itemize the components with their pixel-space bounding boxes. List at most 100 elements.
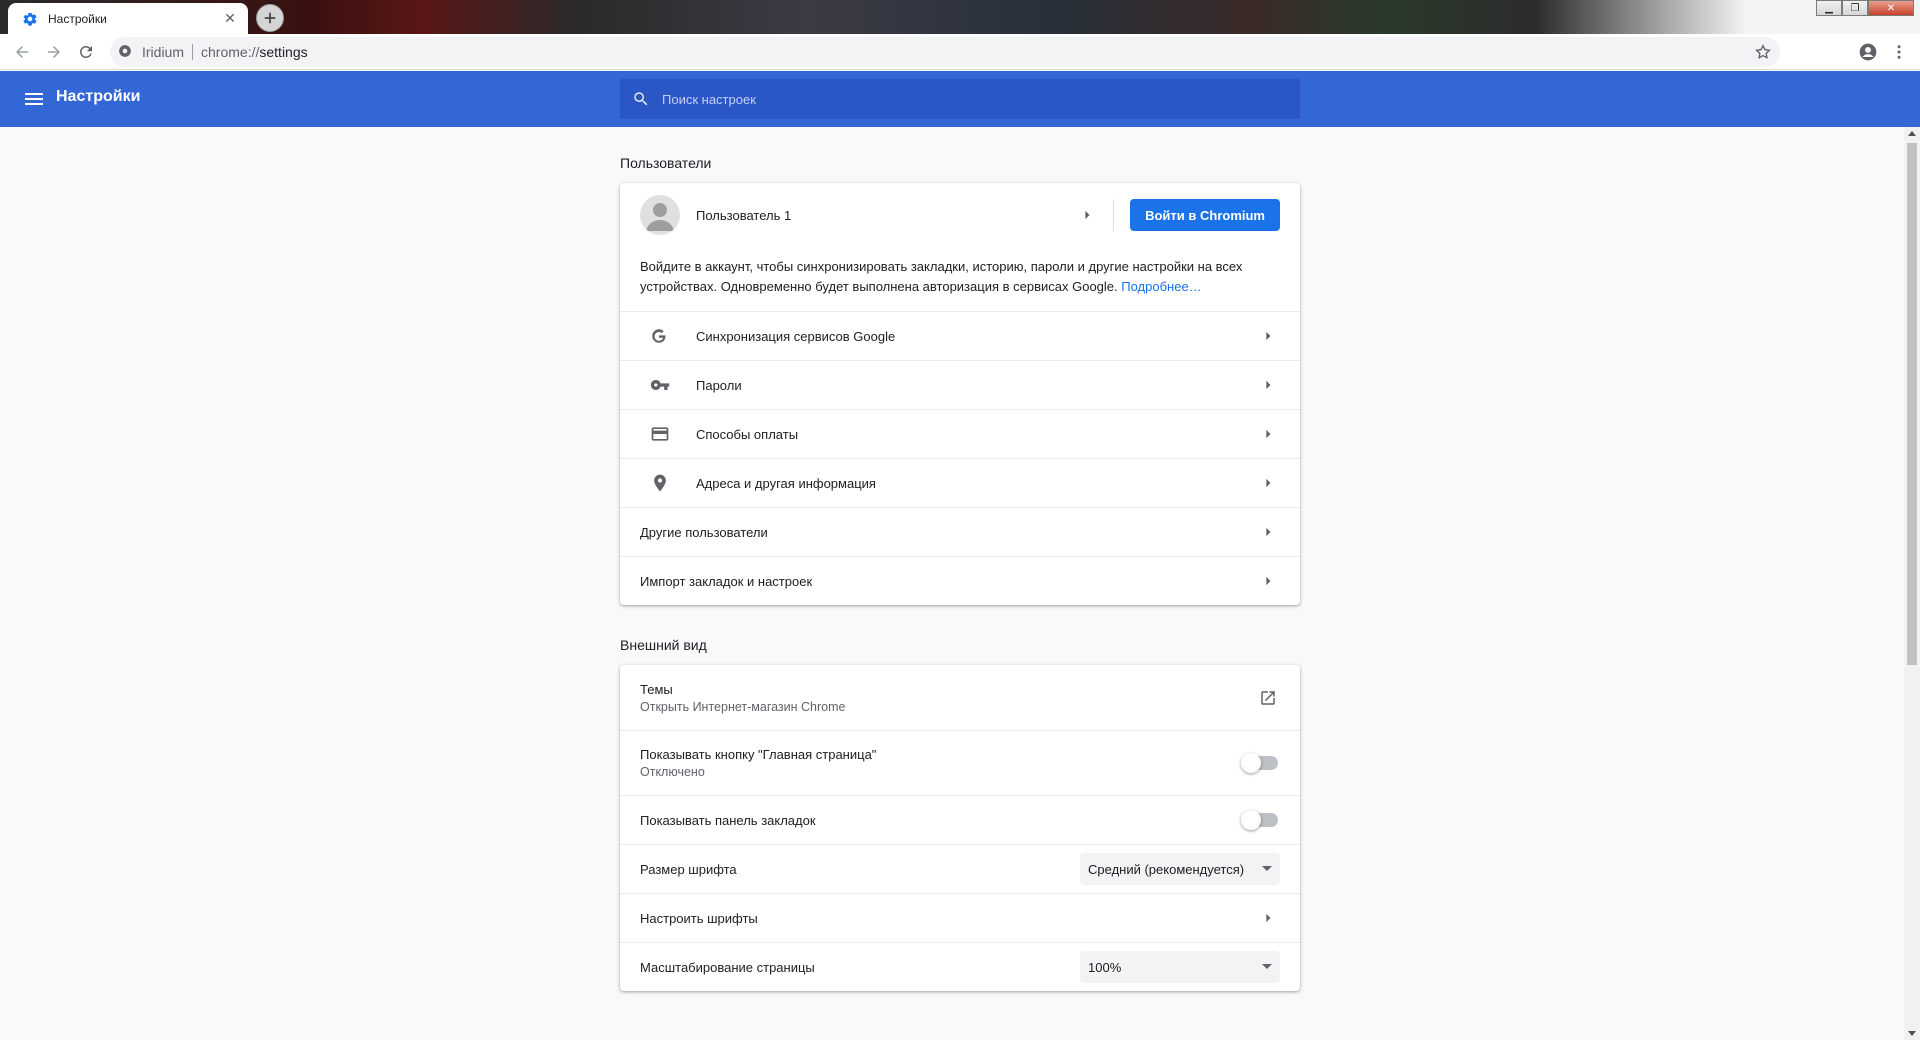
home-button-toggle[interactable] [1241, 753, 1278, 773]
site-info-icon[interactable] [118, 44, 134, 60]
bookmark-star-icon[interactable] [1754, 43, 1772, 61]
home-button-text: Показывать кнопку "Главная страница" Отк… [640, 747, 1244, 779]
bookmarks-bar-toggle[interactable] [1241, 810, 1278, 830]
window-titlebar: Настройки ✕ ▁ ❐ ✕ [0, 0, 1920, 34]
back-button[interactable] [6, 36, 38, 68]
themes-text: Темы Открыть Интернет-магазин Chrome [640, 682, 1256, 714]
scrollbar-thumb[interactable] [1907, 143, 1917, 665]
addresses-row[interactable]: Адреса и другая информация [620, 458, 1300, 507]
restore-button[interactable]: ❐ [1842, 0, 1868, 16]
dropdown-caret-icon [1262, 964, 1272, 969]
current-user-row[interactable]: Пользователь 1 Войти в Chromium [620, 183, 1300, 247]
section-title-appearance: Внешний вид [620, 637, 707, 653]
appearance-card: Темы Открыть Интернет-магазин Chrome Пок… [620, 665, 1300, 991]
page-scrollbar[interactable] [1904, 127, 1920, 1040]
toggle-knob [1241, 810, 1261, 830]
other-users-label: Другие пользователи [640, 524, 768, 540]
url-path: settings [259, 44, 308, 60]
page-zoom-row: Масштабирование страницы 100% [620, 942, 1300, 991]
google-g-icon [640, 324, 680, 348]
home-button-label: Показывать кнопку "Главная страница" [640, 747, 877, 762]
search-icon [632, 90, 650, 108]
other-users-row[interactable]: Другие пользователи [620, 507, 1300, 556]
default-avatar-icon [646, 203, 674, 231]
tab-title: Настройки [48, 11, 107, 26]
dropdown-caret-icon [1262, 866, 1272, 871]
search-input[interactable] [662, 91, 1262, 107]
themes-sublabel: Открыть Интернет-магазин Chrome [640, 699, 846, 714]
reload-button[interactable] [70, 36, 102, 68]
font-size-select[interactable]: Средний (рекомендуется) [1080, 853, 1280, 885]
sync-google-services-label: Синхронизация сервисов Google [696, 328, 896, 344]
user-name: Пользователь 1 [696, 207, 792, 223]
window-controls: ▁ ❐ ✕ [1816, 0, 1914, 16]
bookmarks-bar-row[interactable]: Показывать панель закладок [620, 795, 1300, 844]
arrow-right-icon [1256, 324, 1280, 348]
arrow-right-icon [1256, 373, 1280, 397]
import-bookmarks-label: Импорт закладок и настроек [640, 573, 813, 589]
key-icon [640, 373, 680, 397]
tab-close-icon[interactable]: ✕ [222, 10, 238, 27]
font-size-label: Размер шрифта [640, 861, 737, 877]
omnibox-origin: Iridium [142, 44, 185, 60]
profile-button[interactable] [1852, 36, 1884, 68]
page-zoom-label: Масштабирование страницы [640, 959, 815, 975]
minimize-button[interactable]: ▁ [1816, 0, 1842, 16]
window-close-button[interactable]: ✕ [1868, 0, 1914, 16]
location-pin-icon [640, 471, 680, 495]
divider [1113, 199, 1115, 231]
credit-card-icon [640, 422, 680, 446]
menu-hamburger-icon[interactable] [22, 87, 46, 111]
scroll-down-arrow-icon[interactable] [1908, 1031, 1916, 1036]
arrow-right-icon [1075, 203, 1099, 227]
customize-fonts-label: Настроить шрифты [640, 910, 758, 926]
settings-main: Пользователи Пользователь 1 Войти в Chro… [620, 127, 1300, 991]
signin-button[interactable]: Войти в Chromium [1130, 199, 1280, 231]
font-size-value: Средний (рекомендуется) [1088, 861, 1245, 877]
sync-google-services-row[interactable]: Синхронизация сервисов Google [620, 311, 1300, 360]
omnibox-url: chrome://settings [201, 44, 308, 60]
home-button-sublabel: Отключено [640, 765, 705, 779]
home-button-row[interactable]: Показывать кнопку "Главная страница" Отк… [620, 730, 1300, 795]
themes-row[interactable]: Темы Открыть Интернет-магазин Chrome [620, 665, 1300, 730]
learn-more-link[interactable]: Подробнее… [1121, 279, 1201, 294]
customize-fonts-row[interactable]: Настроить шрифты [620, 893, 1300, 942]
payment-methods-label: Способы оплаты [696, 426, 799, 442]
section-title-people: Пользователи [620, 155, 712, 171]
reload-icon [79, 45, 92, 58]
passwords-row[interactable]: Пароли [620, 360, 1300, 409]
toggle-knob [1241, 753, 1261, 773]
arrow-right-icon [1256, 422, 1280, 446]
avatar [640, 195, 680, 235]
browser-toolbar: Iridium chrome://settings [0, 34, 1920, 70]
gear-icon [22, 11, 38, 27]
people-card: Пользователь 1 Войти в Chromium Войдите … [620, 183, 1300, 605]
browser-menu-button[interactable] [1884, 36, 1914, 68]
addresses-label: Адреса и другая информация [696, 475, 876, 491]
import-bookmarks-row[interactable]: Импорт закладок и настроек [620, 556, 1300, 605]
back-arrow-icon [16, 45, 28, 58]
tab-settings[interactable]: Настройки ✕ [8, 3, 248, 34]
forward-arrow-icon [48, 45, 60, 58]
arrow-right-icon [1256, 906, 1280, 930]
address-bar[interactable]: Iridium chrome://settings [110, 37, 1780, 67]
payment-methods-row[interactable]: Способы оплаты [620, 409, 1300, 458]
settings-search[interactable] [620, 79, 1300, 119]
font-size-row: Размер шрифта Средний (рекомендуется) [620, 844, 1300, 893]
arrow-right-icon [1256, 569, 1280, 593]
themes-label: Темы [640, 681, 673, 697]
passwords-label: Пароли [696, 377, 742, 393]
settings-header: Настройки [0, 71, 1920, 127]
account-circle-icon [1859, 43, 1877, 61]
page-title: Настройки [56, 88, 141, 105]
arrow-right-icon [1256, 471, 1280, 495]
forward-button[interactable] [38, 36, 70, 68]
arrow-right-icon [1256, 520, 1280, 544]
omnibox-separator [192, 44, 194, 60]
open-in-new-icon[interactable] [1256, 686, 1280, 710]
url-scheme: chrome:// [201, 44, 260, 60]
scroll-up-arrow-icon[interactable] [1908, 131, 1916, 136]
plus-icon [264, 12, 276, 24]
page-zoom-select[interactable]: 100% [1080, 951, 1280, 983]
new-tab-button[interactable] [256, 4, 284, 32]
